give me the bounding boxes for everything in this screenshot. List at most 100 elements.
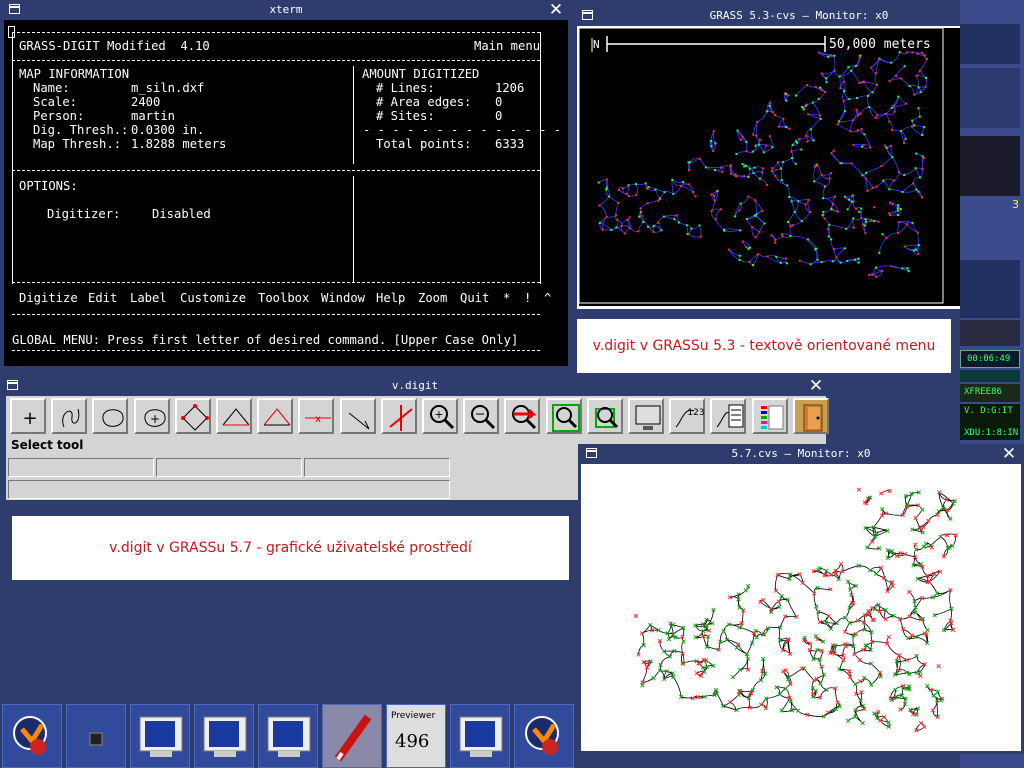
svg-text:+: + (434, 408, 443, 421)
tool-add-centroid-button[interactable]: + (133, 398, 170, 434)
tool-exit-button[interactable] (792, 398, 829, 434)
divider (353, 66, 354, 164)
taskbar-monitor-icon[interactable] (450, 704, 510, 768)
info-label: Name: (33, 81, 70, 95)
menu-item-toolbox[interactable]: Toolbox (258, 291, 309, 305)
move-line-icon (348, 412, 370, 430)
divider (12, 282, 540, 283)
monitor-window-57[interactable]: 5.7.cvs – Monitor: x0 ✕ (578, 444, 1024, 754)
tool-add-boundary-button[interactable] (92, 398, 129, 434)
amount-value: 0 (495, 109, 503, 123)
split-line-icon (389, 405, 413, 431)
tool-delete-line-button[interactable]: x (298, 398, 335, 434)
menu-item-zoom[interactable]: Zoom (418, 291, 447, 305)
xterm-window[interactable]: xterm ✕ GRASS-DIGIT Modified 4.10 Main m… (0, 0, 572, 370)
dock-tile[interactable] (960, 68, 1020, 128)
dock-tile[interactable] (960, 24, 1020, 64)
monitor-titlebar[interactable]: GRASS 5.3-cvs – Monitor: x0 ✕ (577, 6, 1021, 26)
taskbar-app-gimp[interactable] (514, 704, 574, 768)
digitizer-value: Disabled (152, 207, 211, 221)
tool-remove-vertex-button[interactable] (257, 398, 294, 434)
vdigit-titlebar[interactable]: v.digit ✕ (2, 376, 828, 396)
close-icon[interactable]: ✕ (1001, 444, 1017, 464)
tool-add-vertex-button[interactable] (216, 398, 252, 434)
menu-item-[interactable]: ^ (544, 291, 551, 305)
menu-item-help[interactable]: Help (376, 291, 405, 305)
remove-vertex-icon (263, 408, 291, 426)
zoom-out-icon (471, 405, 496, 430)
info-field (8, 480, 450, 499)
window-menu-icon[interactable] (7, 380, 18, 390)
menu-item-[interactable]: * (503, 291, 510, 305)
zoom-in-icon: + (430, 405, 455, 430)
taskbar-previewer[interactable]: Previewer 496 (386, 704, 446, 768)
tool-categories-button[interactable] (710, 398, 747, 434)
tool-split-line-button[interactable] (380, 398, 417, 434)
section-title: MAP INFORMATION (19, 67, 130, 81)
divider (12, 350, 540, 351)
north-label: N (593, 38, 600, 51)
tool-move-line-button[interactable] (339, 398, 376, 434)
info-field (8, 458, 154, 477)
tool-attributes-table-button[interactable]: 123 (669, 398, 706, 434)
menu-item-label[interactable]: Label (130, 291, 167, 305)
window-menu-icon[interactable] (9, 4, 20, 14)
section-title: OPTIONS: (19, 179, 78, 193)
menu-item-[interactable]: ! (524, 291, 531, 305)
window-title: GRASS 5.3-cvs – Monitor: x0 (709, 9, 889, 22)
xterm-titlebar[interactable]: xterm ✕ (4, 0, 568, 20)
close-icon[interactable]: ✕ (548, 0, 564, 20)
tool-zoom-out-button[interactable] (463, 398, 500, 434)
monitor-titlebar[interactable]: 5.7.cvs – Monitor: x0 ✕ (581, 444, 1021, 464)
menu-item-customize[interactable]: Customize (180, 291, 246, 305)
tool-add-point-button[interactable]: + (10, 398, 46, 434)
digitizer-label: Digitizer: (47, 207, 121, 221)
divider (12, 60, 540, 61)
info-label: Dig. Thresh.: (33, 123, 129, 137)
info-label: Scale: (33, 95, 78, 109)
map-canvas[interactable] (583, 464, 1019, 748)
amount-value: 1206 (495, 81, 525, 95)
menu-item-edit[interactable]: Edit (88, 291, 117, 305)
window-menu-icon[interactable] (586, 448, 597, 458)
tool-move-vertex-button[interactable] (174, 398, 211, 434)
svg-text:+: + (22, 408, 37, 429)
xfree-monitor[interactable]: XFREE86 (960, 384, 1020, 402)
tool-settings-button[interactable] (751, 398, 788, 434)
task-monitor[interactable]: V. D:G:IT (960, 404, 1020, 426)
zoom-region-icon (551, 404, 580, 432)
window-menu-icon[interactable] (582, 10, 593, 20)
tool-zoom-region-button[interactable] (545, 398, 582, 434)
menu-label: Main menu (474, 39, 541, 53)
dock-tile[interactable] (960, 320, 1020, 346)
menu-item-window[interactable]: Window (321, 291, 365, 305)
add-point-icon: + (22, 408, 37, 429)
map-canvas[interactable]: N 50,000 meters (578, 27, 1021, 306)
xdu-monitor[interactable]: XDU:1:8:IN (960, 426, 1020, 440)
amount-value: 0 (495, 95, 503, 109)
menu-item-quit[interactable]: Quit (460, 291, 489, 305)
monitor-window-53[interactable]: GRASS 5.3-cvs – Monitor: x0 ✕ N 50,000 m… (574, 6, 1024, 312)
terminal-screen[interactable]: GRASS-DIGIT Modified 4.10 Main menu MAP … (8, 24, 564, 362)
taskbar-monitor-icon[interactable] (194, 704, 254, 768)
close-icon[interactable]: ✕ (808, 376, 824, 396)
taskbar-app-gimp[interactable] (2, 704, 62, 768)
taskbar-app-terminal[interactable] (66, 704, 126, 768)
taskbar-monitor-icon[interactable] (130, 704, 190, 768)
dock-tile[interactable] (960, 136, 1020, 196)
tool-add-line-button[interactable] (51, 398, 88, 434)
section-title: AMOUNT DIGITIZED (362, 67, 480, 81)
caption-text-menu: v.digit v GRASSu 5.3 - textově orientova… (577, 319, 951, 373)
tool-zoom-in-button[interactable]: + (422, 398, 458, 434)
taskbar-pen-icon[interactable] (322, 704, 382, 768)
dock-tile[interactable] (960, 260, 1020, 318)
tool-display-monitor-button[interactable] (628, 398, 664, 434)
divider (12, 170, 540, 171)
taskbar-monitor-icon[interactable] (258, 704, 318, 768)
tool-zoom-default-button[interactable] (586, 398, 623, 434)
divider (12, 32, 13, 284)
menu-item-digitize[interactable]: Digitize (19, 291, 78, 305)
status-label: Select tool (11, 438, 84, 452)
amount-label: # Lines: (376, 81, 435, 95)
tool-pan-button[interactable] (504, 398, 541, 434)
